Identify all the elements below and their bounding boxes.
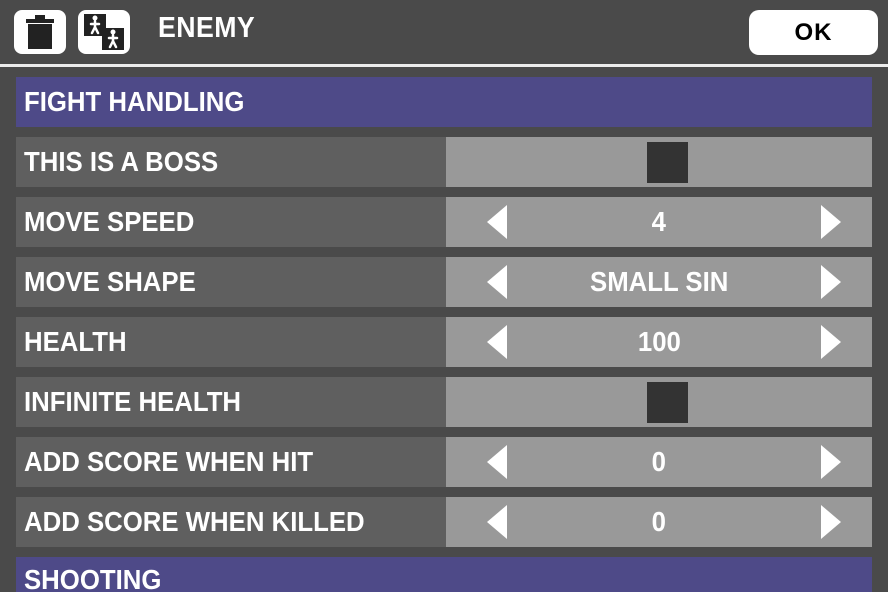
move-shape-value: SMALL SIN (589, 266, 729, 297)
setting-label-cell: HEALTH (16, 317, 446, 367)
health-value: 100 (637, 326, 681, 357)
setting-row-health: HEALTH 100 (16, 317, 872, 367)
increase-move-speed-button[interactable] (814, 205, 848, 239)
score-when-killed-value: 0 (651, 506, 667, 537)
page-title: ENEMY (158, 12, 256, 44)
header-divider (0, 64, 888, 67)
setting-row-add-score-when-killed: ADD SCORE WHEN KILLED 0 (16, 497, 872, 547)
setting-row-this-is-a-boss: THIS IS A BOSS (16, 137, 872, 187)
setting-control-cell: 0 (446, 437, 872, 487)
boss-checkbox[interactable] (647, 142, 688, 183)
people-icon (84, 14, 124, 50)
setting-label-cell: MOVE SHAPE (16, 257, 446, 307)
setting-row-add-score-when-hit: ADD SCORE WHEN HIT 0 (16, 437, 872, 487)
trash-icon (26, 15, 54, 49)
section-header-fight-handling: FIGHT HANDLING (16, 77, 872, 127)
setting-label: HEALTH (24, 326, 127, 357)
setting-control-cell: 100 (446, 317, 872, 367)
section-header-shooting: SHOOTING (16, 557, 872, 592)
setting-control-cell (446, 137, 872, 187)
section-title: FIGHT HANDLING (24, 86, 245, 117)
setting-label-cell: ADD SCORE WHEN KILLED (16, 497, 446, 547)
setting-value-container: SMALL SIN (506, 257, 812, 307)
increase-score-when-hit-button[interactable] (814, 445, 848, 479)
setting-value-container: 4 (506, 197, 812, 247)
setting-control-cell: 4 (446, 197, 872, 247)
setting-label: MOVE SPEED (24, 206, 195, 237)
enemy-friend-toggle-button[interactable] (78, 10, 130, 54)
setting-value-container: 0 (506, 497, 812, 547)
setting-label: THIS IS A BOSS (24, 146, 219, 177)
section-title: SHOOTING (24, 564, 162, 592)
move-speed-value: 4 (651, 206, 667, 237)
setting-label: MOVE SHAPE (24, 266, 196, 297)
score-when-hit-value: 0 (651, 446, 667, 477)
increase-health-button[interactable] (814, 325, 848, 359)
arrow-right-icon (821, 445, 841, 479)
setting-value-container: 0 (506, 437, 812, 487)
setting-label: INFINITE HEALTH (24, 386, 242, 417)
setting-row-move-speed: MOVE SPEED 4 (16, 197, 872, 247)
infinite-health-checkbox[interactable] (647, 382, 688, 423)
setting-value-container: 100 (506, 317, 812, 367)
increase-score-when-killed-button[interactable] (814, 505, 848, 539)
setting-label-cell: INFINITE HEALTH (16, 377, 446, 427)
setting-label-cell: MOVE SPEED (16, 197, 446, 247)
setting-control-cell (446, 377, 872, 427)
arrow-right-icon (821, 265, 841, 299)
arrow-right-icon (821, 505, 841, 539)
arrow-right-icon (821, 205, 841, 239)
setting-control-cell: 0 (446, 497, 872, 547)
top-bar: ENEMY OK (0, 0, 888, 64)
setting-label-cell: ADD SCORE WHEN HIT (16, 437, 446, 487)
increase-move-shape-button[interactable] (814, 265, 848, 299)
setting-control-cell: SMALL SIN (446, 257, 872, 307)
setting-label: ADD SCORE WHEN KILLED (24, 506, 365, 537)
setting-label: ADD SCORE WHEN HIT (24, 446, 314, 477)
arrow-right-icon (821, 325, 841, 359)
ok-button[interactable]: OK (749, 10, 878, 55)
setting-label-cell: THIS IS A BOSS (16, 137, 446, 187)
setting-row-move-shape: MOVE SHAPE SMALL SIN (16, 257, 872, 307)
setting-row-infinite-health: INFINITE HEALTH (16, 377, 872, 427)
delete-button[interactable] (14, 10, 66, 54)
